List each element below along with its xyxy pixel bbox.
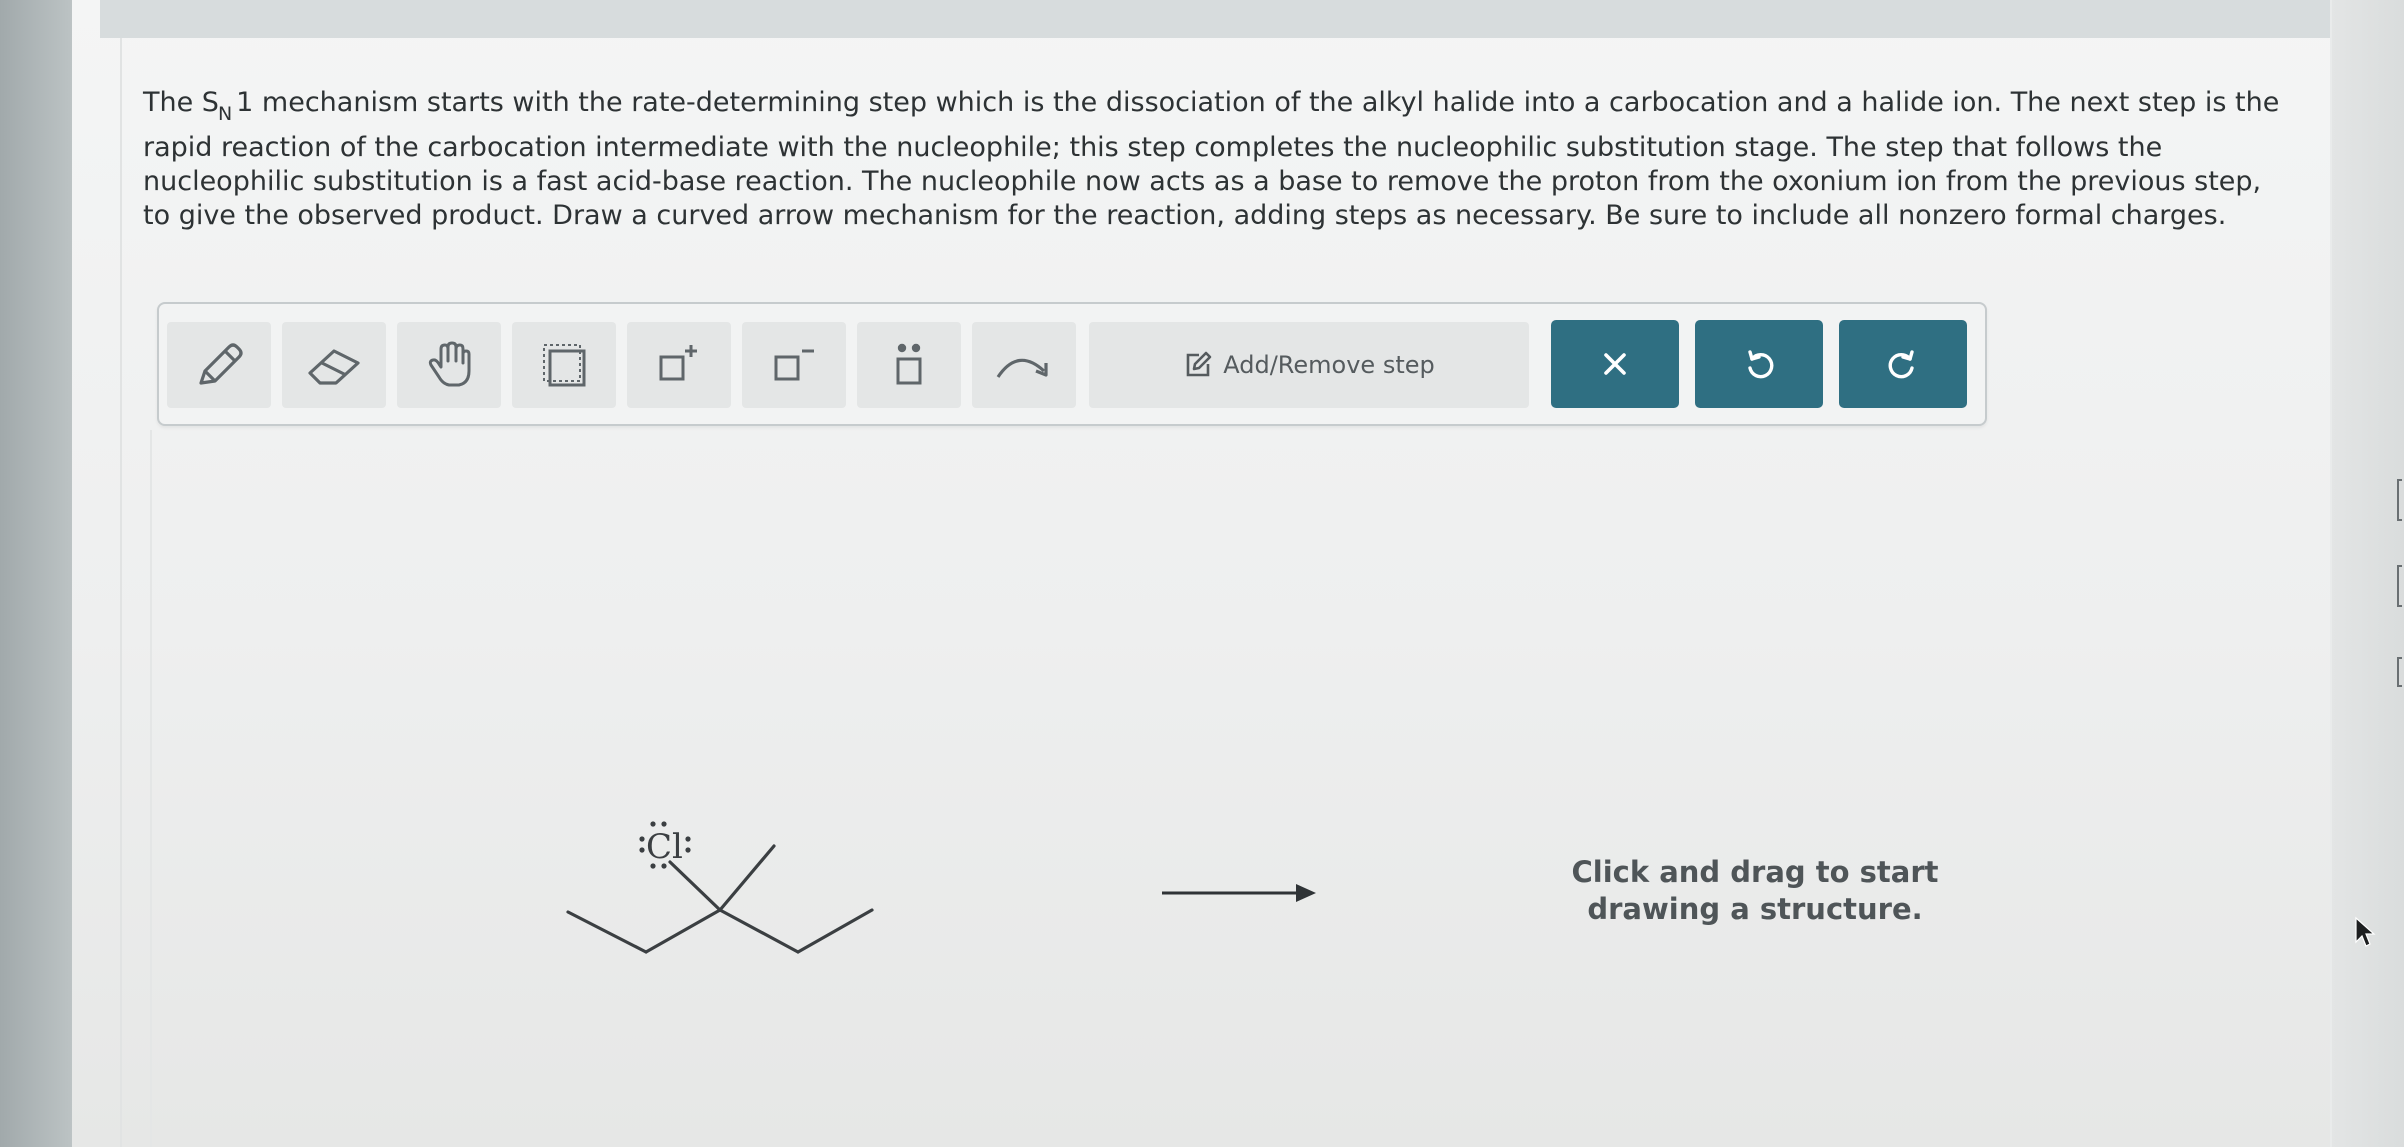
- bond-right-2: [796, 908, 874, 954]
- select-tool-button[interactable]: [512, 322, 616, 408]
- drawing-canvas[interactable]: [152, 430, 2282, 1147]
- mouse-cursor-icon: [2355, 916, 2376, 947]
- hand-icon: [428, 341, 471, 387]
- plus-charge-icon: [659, 345, 697, 381]
- bond-c-cl: [668, 860, 722, 912]
- alkyl-halide-structure[interactable]: Cl: [560, 808, 890, 968]
- negative-charge-tool-button[interactable]: [742, 322, 846, 408]
- pencil-icon: [199, 343, 243, 385]
- question-body: 1 mechanism starts with the rate-determi…: [143, 87, 2280, 231]
- question-subscript: N: [217, 103, 233, 125]
- add-remove-step-button[interactable]: Add/Remove step: [1089, 322, 1529, 408]
- curved-arrow-icon: [996, 358, 1048, 378]
- add-remove-step-label: Add/Remove step: [1223, 351, 1435, 379]
- bond-right-1: [718, 908, 800, 954]
- minus-charge-icon: [774, 349, 814, 381]
- eraser-tool-button[interactable]: [282, 322, 386, 408]
- question-prefix: The S: [143, 87, 219, 118]
- redo-icon: [1888, 350, 1914, 379]
- hand-tool-button[interactable]: [397, 322, 501, 408]
- hint-line-2: drawing a structure.: [1587, 892, 1923, 926]
- canvas-hint: Click and drag to start drawing a struct…: [1515, 854, 1995, 928]
- window-edge-controls: [2397, 479, 2402, 687]
- question-text: The SN 1 mechanism starts with the rate-d…: [143, 86, 2293, 233]
- bond-left-1: [566, 910, 648, 954]
- undo-icon: [1748, 350, 1774, 379]
- window-left-edge: [0, 0, 72, 1147]
- lone-pair-icon: [896, 343, 922, 385]
- drawing-toolbar: Add/Remove step: [157, 302, 1987, 426]
- hint-line-1: Click and drag to start: [1571, 855, 1939, 889]
- part-header-bar: [100, 0, 2332, 38]
- selection-box-icon: [543, 344, 586, 387]
- reaction-arrow: [1162, 884, 1316, 902]
- positive-charge-tool-button[interactable]: [627, 322, 731, 408]
- edit-icon: [1186, 351, 1212, 377]
- redo-button[interactable]: [1839, 320, 1967, 408]
- bond-left-2: [644, 908, 722, 954]
- clear-button[interactable]: [1551, 320, 1679, 408]
- undo-button[interactable]: [1695, 320, 1823, 408]
- content-border: [120, 38, 122, 1147]
- lone-pair-tool-button[interactable]: [857, 322, 961, 408]
- pencil-tool-button[interactable]: [167, 322, 271, 408]
- close-icon: [1604, 353, 1626, 375]
- bond-methyl: [718, 844, 776, 912]
- eraser-icon: [308, 349, 360, 385]
- chlorine-atom-label: Cl: [646, 827, 683, 867]
- curved-arrow-tool-button[interactable]: [972, 322, 1076, 408]
